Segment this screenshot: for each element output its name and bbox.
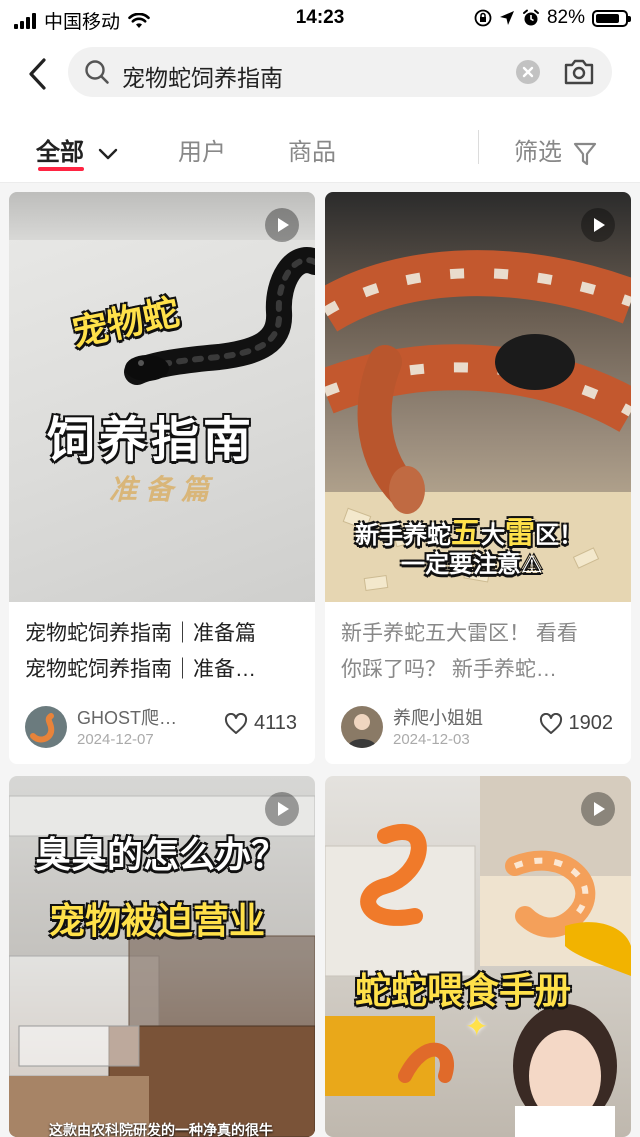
battery-percent: 82% [546, 7, 585, 28]
battery-icon [592, 9, 631, 27]
card-cover-image: 宠物蛇 饲养指南 准备篇 [9, 192, 315, 602]
post-date: 2024-12-07 [77, 731, 154, 748]
video-play-icon [265, 208, 299, 242]
card-cover-image: 蛇蛇喂食手册 ✦ [325, 776, 631, 1137]
alarm-icon [522, 9, 539, 26]
like-button[interactable]: 4113 [224, 712, 297, 735]
video-play-icon [581, 792, 615, 826]
chevron-left-icon [29, 58, 46, 90]
note-card-3[interactable]: 臭臭的怎么办？ 宠物被迫营业 这款由农科院研发的一种净真的很牛 [9, 776, 315, 1137]
black-snake-image [124, 247, 315, 385]
card-title: 宠物蛇饲养指南｜准备篇 宠物蛇饲养指南｜准备… [25, 616, 301, 688]
like-button[interactable]: 1902 [539, 712, 614, 735]
note-card-1[interactable]: 宠物蛇 饲养指南 准备篇 宠物蛇饲养指南｜准备篇 宠物蛇饲养指南｜准备… GHO… [9, 192, 315, 764]
card-cover-image: 臭臭的怎么办？ 宠物被迫营业 这款由农科院研发的一种净真的很牛 [9, 776, 315, 1137]
search-icon [85, 60, 109, 84]
note-card-2[interactable]: 新手养蛇五大雷区！ 一定要注意⚠ 新手养蛇五大雷区！ 看看 你踩了吗？ 新手养蛇… [325, 192, 631, 764]
location-icon [499, 11, 514, 25]
sparkle-icon: ✦ [465, 1010, 489, 1043]
poster-title-line1: 蛇蛇喂食手册 [355, 971, 572, 1012]
close-icon [522, 66, 534, 78]
card-cover-image: 新手养蛇五大雷区！ 一定要注意⚠ [325, 192, 631, 602]
tab-divider [478, 130, 479, 164]
avatar[interactable] [25, 706, 67, 748]
search-query-text: 宠物蛇饲养指南 [122, 65, 283, 91]
status-bar: 中国移动 14:23 82% [0, 0, 640, 36]
chevron-down-icon [98, 148, 117, 159]
filter-label: 筛选 [514, 139, 562, 166]
poster-title-line2: 宠物被迫营业 [49, 901, 266, 942]
poster-title-line1: 臭臭的怎么办？ [35, 835, 288, 876]
card-meta: GHOST爬… 2024-12-07 4113 [25, 702, 301, 752]
battery-fill [596, 13, 619, 23]
video-play-icon [581, 208, 615, 242]
rotation-lock-icon [474, 9, 492, 27]
author-name[interactable]: 养爬小姐姐 [393, 704, 513, 730]
video-play-icon [265, 792, 299, 826]
tab-all-label: 全部 [36, 139, 84, 166]
card-title: 新手养蛇五大雷区！ 看看 你踩了吗？ 新手养蛇… [341, 616, 617, 688]
filter-button[interactable]: 筛选 [514, 132, 597, 167]
heart-icon [539, 712, 562, 734]
card-title-line2: 你踩了吗？ 新手养蛇… [341, 658, 557, 681]
back-button[interactable] [22, 54, 56, 94]
like-count: 4113 [253, 712, 297, 734]
poster-title-line3: 准备篇 [109, 473, 218, 506]
author-name[interactable]: GHOST爬… [77, 704, 197, 730]
status-right: 82% [474, 7, 631, 29]
active-tab-indicator [38, 167, 84, 171]
tab-users[interactable]: 用户 [178, 132, 226, 167]
feeding-snake-image [325, 776, 631, 1137]
search-header: 宠物蛇饲养指南 [0, 36, 640, 112]
poster-caption: 这款由农科院研发的一种净真的很牛 [49, 1123, 273, 1137]
person-avatar-icon [347, 714, 377, 748]
camera-icon [564, 59, 594, 85]
poster-title-line2: 饲养指南 [47, 412, 256, 468]
poster-title-line2: 一定要注意⚠ [401, 550, 543, 578]
card-meta: 养爬小姐姐 2024-12-03 1902 [341, 702, 617, 752]
image-search-button[interactable] [562, 56, 596, 93]
note-card-4[interactable]: 蛇蛇喂食手册 ✦ [325, 776, 631, 1137]
avatar[interactable] [341, 706, 383, 748]
post-date: 2024-12-03 [393, 731, 470, 748]
heart-icon [224, 712, 248, 734]
snake-avatar-icon [30, 713, 55, 743]
card-title-line2: 宠物蛇饲养指南｜准备… [25, 658, 256, 681]
tab-all[interactable]: 全部 [36, 132, 119, 167]
search-input[interactable]: 宠物蛇饲养指南 [68, 47, 612, 97]
card-title-line1: 宠物蛇饲养指南｜准备篇 [25, 622, 256, 645]
filter-icon [573, 142, 596, 165]
tab-goods[interactable]: 商品 [288, 132, 336, 167]
card-title-line1: 新手养蛇五大雷区！ 看看 [341, 622, 578, 645]
like-count: 1902 [568, 712, 614, 734]
clear-search-button[interactable] [516, 60, 540, 84]
filter-tabs: 全部 用户 商品 筛选 [0, 112, 640, 183]
